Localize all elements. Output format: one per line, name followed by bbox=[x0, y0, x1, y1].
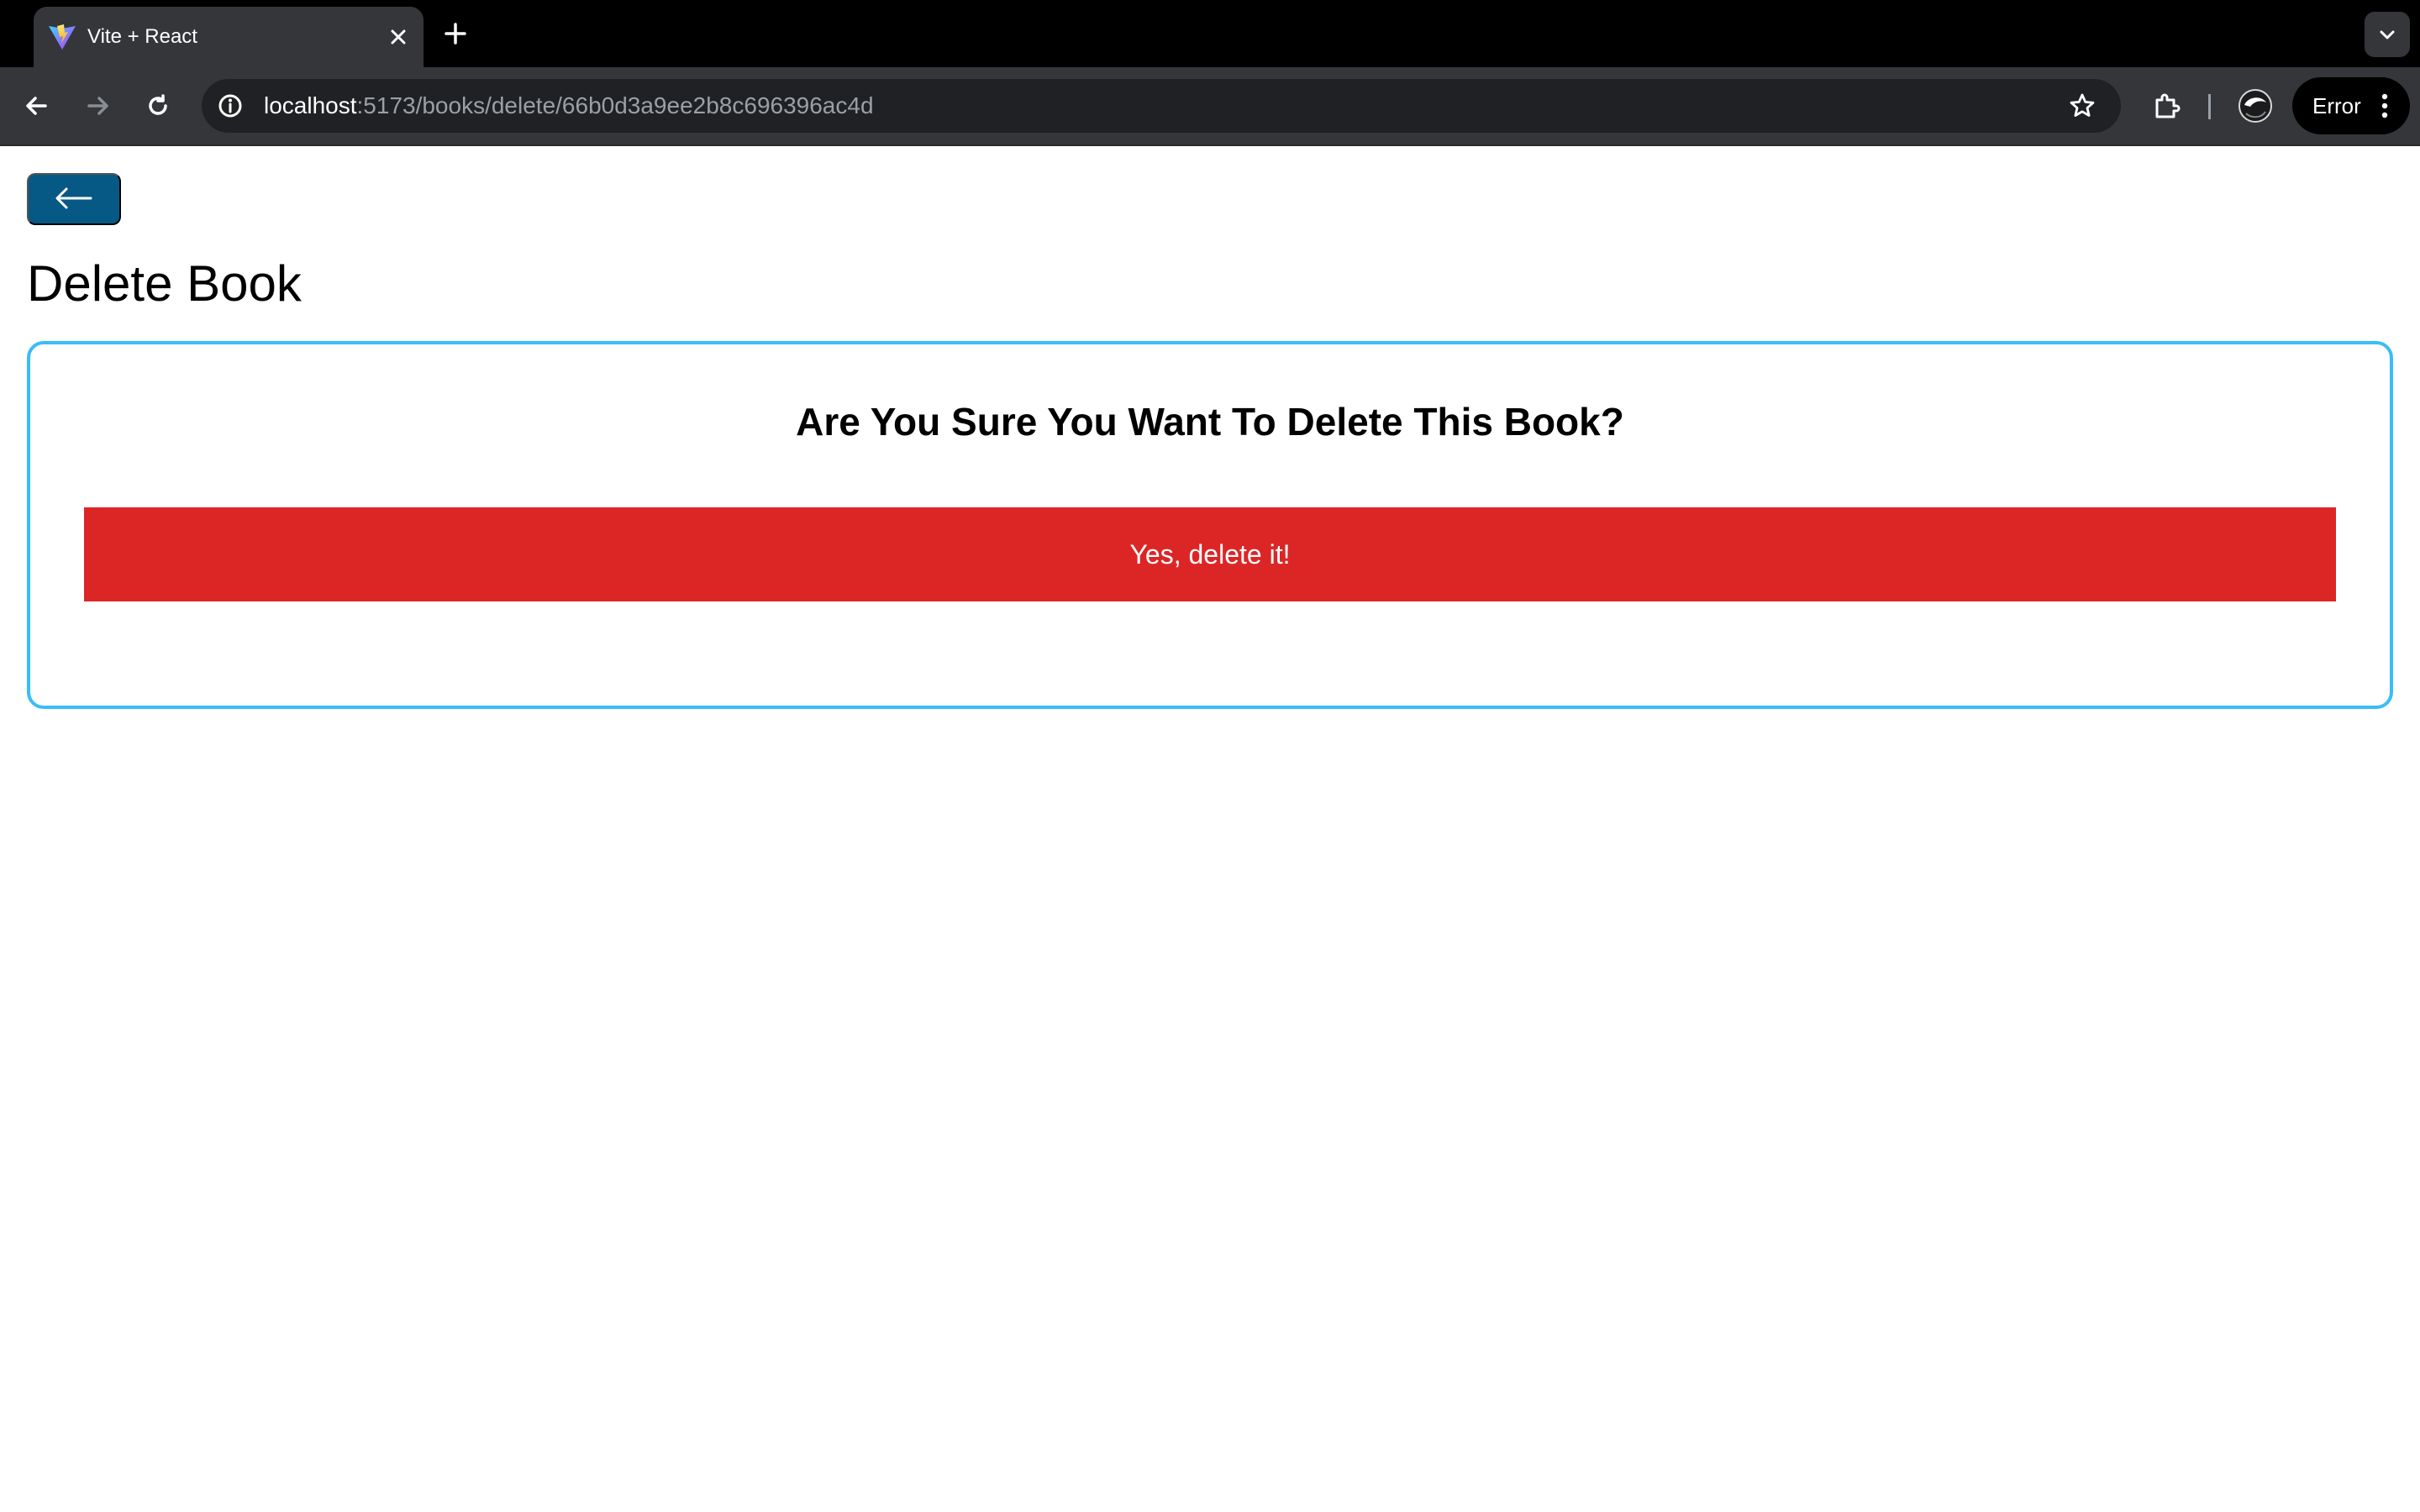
site-info-icon[interactable] bbox=[213, 89, 247, 123]
url-host: localhost bbox=[264, 92, 357, 118]
vite-logo-icon bbox=[47, 22, 77, 52]
url-path: :5173/books/delete/66b0d3a9ee2b8c696396a… bbox=[356, 92, 874, 118]
page-title: Delete Book bbox=[27, 255, 302, 312]
browser-tab[interactable]: Vite + React bbox=[34, 7, 424, 67]
more-options-icon[interactable] bbox=[2375, 91, 2395, 121]
confirmation-message: Are You Sure You Want To Delete This Boo… bbox=[796, 400, 1624, 444]
extensions-puzzle-icon[interactable] bbox=[2146, 86, 2186, 126]
bookmark-star-icon[interactable] bbox=[2065, 89, 2099, 123]
arrow-left-icon bbox=[54, 186, 94, 213]
toolbar-divider bbox=[2208, 94, 2211, 119]
profile-avatar-icon[interactable] bbox=[2235, 86, 2275, 126]
new-tab-icon[interactable] bbox=[439, 17, 472, 50]
browser-tabstrip: Vite + React bbox=[0, 0, 2420, 67]
back-arrow-icon[interactable] bbox=[17, 86, 57, 126]
reload-icon[interactable] bbox=[138, 86, 178, 126]
confirm-delete-button[interactable]: Yes, delete it! bbox=[84, 507, 2336, 601]
page-content: Delete Book Are You Sure You Want To Del… bbox=[0, 146, 2420, 1512]
address-bar[interactable]: localhost:5173/books/delete/66b0d3a9ee2b… bbox=[202, 79, 2121, 133]
profile-error-chip[interactable]: Error bbox=[2292, 77, 2410, 134]
forward-arrow-icon[interactable] bbox=[77, 86, 118, 126]
error-label: Error bbox=[2312, 93, 2361, 118]
back-button[interactable] bbox=[27, 173, 121, 225]
browser-toolbar: localhost:5173/books/delete/66b0d3a9ee2b… bbox=[0, 67, 2420, 146]
tab-title: Vite + React bbox=[87, 25, 197, 48]
delete-confirmation-card: Are You Sure You Want To Delete This Boo… bbox=[27, 341, 2393, 709]
close-tab-icon[interactable] bbox=[383, 22, 413, 52]
url-text[interactable]: localhost:5173/books/delete/66b0d3a9ee2b… bbox=[264, 91, 874, 121]
tab-search-chevron-icon[interactable] bbox=[2365, 12, 2410, 57]
